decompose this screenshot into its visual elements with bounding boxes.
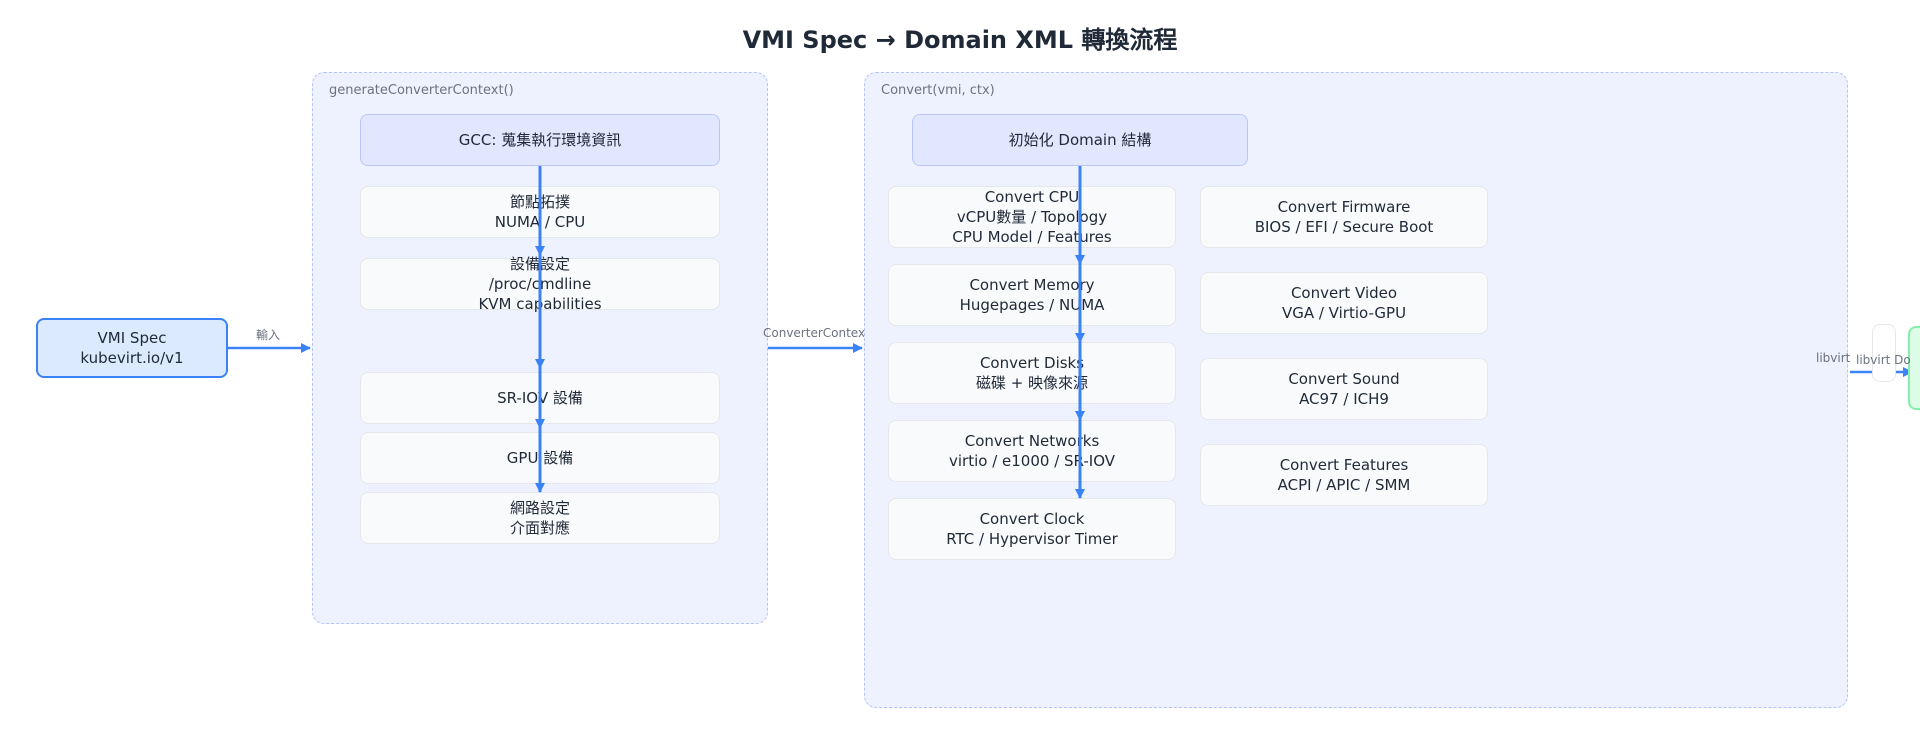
vertical-flow-arrows xyxy=(535,166,1085,499)
